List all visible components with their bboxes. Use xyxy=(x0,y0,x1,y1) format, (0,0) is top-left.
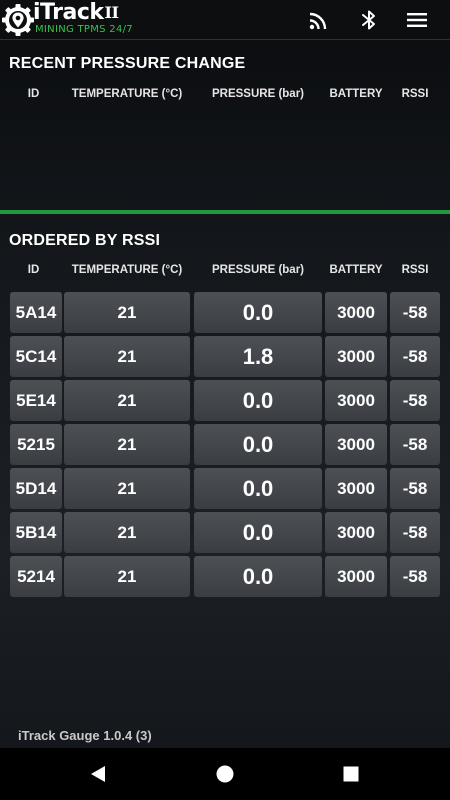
app-version-label: iTrack Gauge 1.0.4 (3) xyxy=(18,728,152,743)
battery-cell: 3000 xyxy=(325,424,387,465)
recent-table-header: ID TEMPERATURE (°C) PRESSURE (bar) BATTE… xyxy=(10,88,440,104)
column-header-battery: BATTERY xyxy=(329,88,383,100)
sensor-id-cell: 5214 xyxy=(10,556,62,597)
pressure-cell: 1.8 xyxy=(194,336,322,377)
pressure-cell: 0.0 xyxy=(194,380,322,421)
column-header-temperature: TEMPERATURE (°C) xyxy=(71,264,183,276)
pressure-cell: 0.0 xyxy=(194,512,322,553)
table-row[interactable]: 5E14 21 0.0 3000 -58 xyxy=(10,379,440,423)
system-navigation-bar xyxy=(0,748,450,800)
rssi-cell: -58 xyxy=(390,424,440,465)
rssi-cell: -58 xyxy=(390,556,440,597)
section-divider xyxy=(0,210,450,214)
sensor-id-cell: 5B14 xyxy=(10,512,62,553)
temperature-cell: 21 xyxy=(64,468,190,509)
rssi-table-header: ID TEMPERATURE (°C) PRESSURE (bar) BATTE… xyxy=(10,264,440,280)
pressure-cell: 0.0 xyxy=(194,292,322,333)
rssi-cell: -58 xyxy=(390,468,440,509)
sensor-id-cell: 5D14 xyxy=(10,468,62,509)
cast-icon[interactable] xyxy=(307,8,331,32)
home-circle-icon[interactable] xyxy=(213,762,237,786)
temperature-cell: 21 xyxy=(64,336,190,377)
temperature-cell: 21 xyxy=(64,380,190,421)
recent-pressure-change-title: RECENT PRESSURE CHANGE xyxy=(9,55,246,72)
battery-cell: 3000 xyxy=(325,512,387,553)
table-row[interactable]: 5C14 21 1.8 3000 -58 xyxy=(10,335,440,379)
logo-roman-numeral: II xyxy=(104,3,119,22)
rssi-cell: -58 xyxy=(390,336,440,377)
ordered-by-rssi-title: ORDERED BY RSSI xyxy=(9,232,161,249)
logo-subtitle: MINING TPMS 24/7 xyxy=(35,24,133,35)
hamburger-menu-icon[interactable] xyxy=(405,8,429,32)
battery-cell: 3000 xyxy=(325,292,387,333)
app-logo: iTrackII MINING TPMS 24/7 xyxy=(0,0,140,38)
back-triangle-icon[interactable] xyxy=(86,762,110,786)
table-row[interactable]: 5D14 21 0.0 3000 -58 xyxy=(10,467,440,511)
table-row[interactable]: 5B14 21 0.0 3000 -58 xyxy=(10,511,440,555)
column-header-battery: BATTERY xyxy=(329,264,383,276)
logo-text: iTrack xyxy=(33,0,104,25)
column-header-pressure: PRESSURE (bar) xyxy=(211,88,305,100)
rssi-cell: -58 xyxy=(390,512,440,553)
sensor-table: 5A14 21 0.0 3000 -58 5C14 21 1.8 3000 -5… xyxy=(10,291,440,599)
pressure-cell: 0.0 xyxy=(194,468,322,509)
sensor-id-cell: 5A14 xyxy=(10,292,62,333)
battery-cell: 3000 xyxy=(325,336,387,377)
pressure-cell: 0.0 xyxy=(194,424,322,465)
rssi-cell: -58 xyxy=(390,292,440,333)
table-row[interactable]: 5214 21 0.0 3000 -58 xyxy=(10,555,440,599)
column-header-pressure: PRESSURE (bar) xyxy=(211,264,305,276)
temperature-cell: 21 xyxy=(64,424,190,465)
battery-cell: 3000 xyxy=(325,380,387,421)
temperature-cell: 21 xyxy=(64,292,190,333)
gear-map-pin-icon xyxy=(2,4,34,36)
battery-cell: 3000 xyxy=(325,468,387,509)
pressure-cell: 0.0 xyxy=(194,556,322,597)
bluetooth-icon[interactable] xyxy=(357,8,381,32)
column-header-rssi: RSSI xyxy=(401,264,429,276)
table-row[interactable]: 5A14 21 0.0 3000 -58 xyxy=(10,291,440,335)
sensor-id-cell: 5E14 xyxy=(10,380,62,421)
battery-cell: 3000 xyxy=(325,556,387,597)
temperature-cell: 21 xyxy=(64,512,190,553)
sensor-id-cell: 5215 xyxy=(10,424,62,465)
column-header-id: ID xyxy=(27,88,40,100)
table-row[interactable]: 5215 21 0.0 3000 -58 xyxy=(10,423,440,467)
app-bar: iTrackII MINING TPMS 24/7 xyxy=(0,0,450,40)
recent-apps-square-icon[interactable] xyxy=(339,762,363,786)
column-header-rssi: RSSI xyxy=(401,88,429,100)
column-header-temperature: TEMPERATURE (°C) xyxy=(71,88,183,100)
logo-wordmark: iTrackII xyxy=(33,0,119,27)
temperature-cell: 21 xyxy=(64,556,190,597)
column-header-id: ID xyxy=(27,264,40,276)
rssi-cell: -58 xyxy=(390,380,440,421)
sensor-id-cell: 5C14 xyxy=(10,336,62,377)
